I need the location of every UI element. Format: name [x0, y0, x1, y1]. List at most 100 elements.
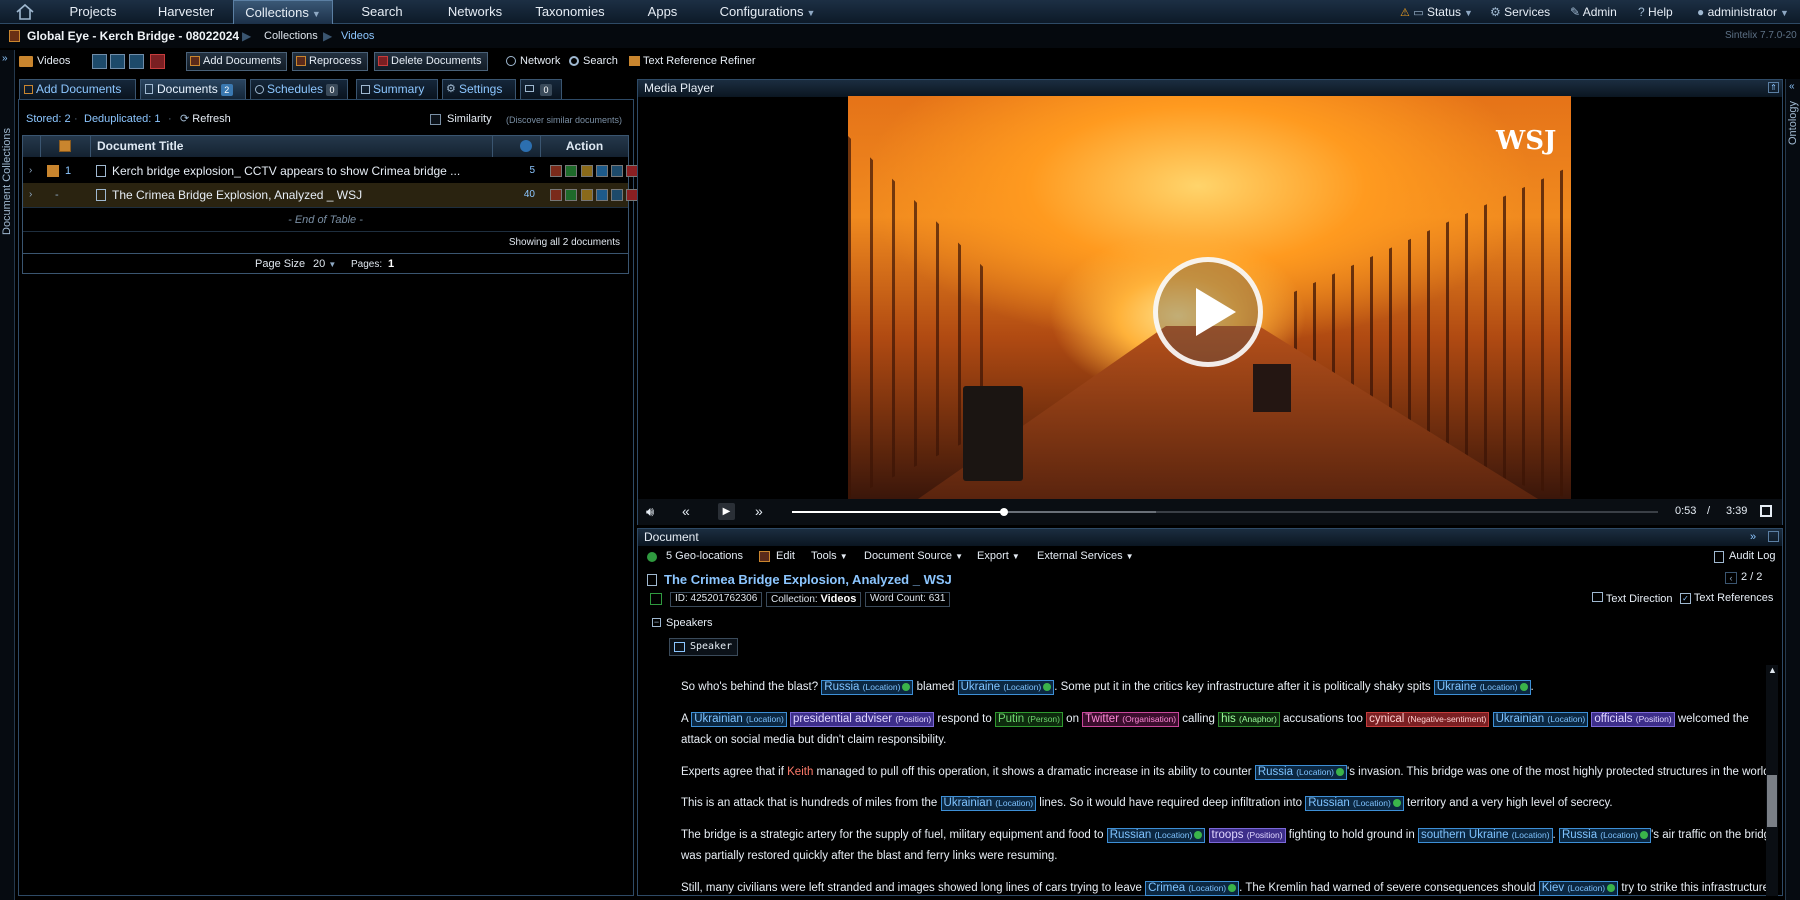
title-column-header[interactable]: Document Title — [91, 136, 493, 157]
breadcrumb-videos[interactable]: Videos — [341, 24, 374, 48]
entity-person[interactable]: Putin (Person) — [994, 712, 1063, 727]
delete-view-icon[interactable] — [150, 54, 165, 69]
nav-harvester[interactable]: Harvester — [150, 0, 222, 24]
view-grid-icon[interactable] — [110, 54, 125, 69]
text-references-button[interactable]: ✓ Text References — [1680, 592, 1773, 604]
refresh-button[interactable]: ⟳ Refresh — [180, 112, 231, 125]
expand-icon[interactable]: › — [29, 159, 32, 183]
geo-locations-button[interactable]: 5 Geo-locations — [666, 550, 743, 562]
expand-icon[interactable]: › — [29, 183, 32, 207]
entity-anaphor[interactable]: his (Anaphor) — [1218, 712, 1280, 727]
page-size-select[interactable]: 20 ▼ — [313, 254, 336, 275]
text-direction-button[interactable]: Text Direction — [1592, 592, 1673, 605]
document-source-menu[interactable]: Document Source ▼ — [864, 550, 963, 562]
rewind-icon[interactable]: « — [682, 503, 690, 519]
copy-icon[interactable] — [611, 165, 623, 177]
entity-location[interactable]: Ukrainian (Location) — [940, 796, 1037, 811]
text-reference-refiner-button[interactable]: Text Reference Refiner — [628, 52, 756, 71]
highlighted-name[interactable]: Keith — [787, 766, 813, 778]
help-link[interactable]: ? Help — [1638, 0, 1673, 24]
entity-location[interactable]: Russia (Location) — [821, 680, 914, 695]
tab-extra[interactable]: 0 — [520, 79, 562, 99]
tab-summary[interactable]: Summary — [356, 79, 438, 99]
view-person-icon[interactable] — [129, 54, 144, 69]
nav-projects[interactable]: Projects — [58, 0, 128, 24]
reprocess-button[interactable]: Reprocess — [292, 52, 368, 71]
user-menu[interactable]: ● administrator ▼ — [1697, 0, 1789, 24]
entity-location[interactable]: southern Ukraine (Location) — [1417, 828, 1553, 843]
ontology-rail[interactable]: « Ontology — [1785, 79, 1800, 900]
fullscreen-icon[interactable] — [1760, 505, 1772, 517]
search-button[interactable]: Search — [568, 52, 618, 71]
maximize-icon[interactable] — [1768, 531, 1779, 542]
entity-location[interactable]: Crimea (Location) — [1145, 881, 1240, 896]
entity-position[interactable]: presidential adviser (Position) — [790, 712, 935, 727]
scroll-up-icon[interactable]: ▲ — [1768, 665, 1777, 675]
collapse-speakers-icon[interactable]: − — [652, 618, 661, 627]
collapse-icon[interactable]: ⇑ — [1768, 82, 1779, 93]
double-chevron-right-icon[interactable]: » — [1750, 529, 1756, 546]
stack-column-header[interactable] — [41, 136, 91, 157]
play-overlay-button[interactable] — [1153, 257, 1263, 367]
edit-icon[interactable] — [550, 165, 562, 177]
nav-apps[interactable]: Apps — [640, 0, 685, 24]
open-icon[interactable] — [565, 189, 577, 201]
table-row[interactable]: › 1 Kerch bridge explosion_ CCTV appears… — [23, 159, 638, 183]
transcript-scrollbar[interactable]: ▲ — [1766, 665, 1778, 896]
nav-configurations[interactable]: Configurations ▼ — [715, 0, 820, 24]
person-icon[interactable] — [596, 189, 608, 201]
delete-documents-button[interactable]: Delete Documents — [374, 52, 488, 71]
table-row[interactable]: › - The Crimea Bridge Explosion, Analyze… — [23, 183, 638, 207]
edit-icon[interactable] — [550, 189, 562, 201]
document-title-link[interactable]: The Crimea Bridge Explosion, Analyzed _ … — [112, 183, 362, 207]
entity-position[interactable]: officials (Position) — [1591, 712, 1675, 727]
entity-position[interactable]: troops (Position) — [1208, 828, 1286, 843]
progress-track[interactable] — [792, 508, 1658, 516]
person-icon[interactable] — [596, 165, 608, 177]
document-title-link[interactable]: Kerch bridge explosion_ CCTV appears to … — [112, 159, 460, 183]
external-services-menu[interactable]: External Services ▼ — [1037, 550, 1134, 562]
entity-negative-sentiment[interactable]: cynical (Negative-sentiment) — [1366, 712, 1490, 727]
view-list-icon[interactable] — [92, 54, 107, 69]
fast-forward-icon[interactable]: » — [755, 503, 763, 519]
similarity-checkbox[interactable] — [430, 114, 441, 125]
entity-location[interactable]: Russian (Location) — [1305, 796, 1404, 811]
copy-icon[interactable] — [611, 189, 623, 201]
double-chevron-right-icon[interactable]: » — [2, 53, 8, 64]
tag-icon[interactable] — [581, 165, 593, 177]
nav-taxonomies[interactable]: Taxonomies — [530, 0, 610, 24]
nav-search[interactable]: Search — [352, 0, 412, 24]
entity-location[interactable]: Ukrainian (Location) — [1492, 712, 1589, 727]
admin-link[interactable]: ✎ Admin — [1570, 0, 1617, 24]
export-menu[interactable]: Export ▼ — [977, 550, 1020, 562]
entity-location[interactable]: Kiev (Location) — [1538, 881, 1619, 896]
entity-location[interactable]: Russia (Location) — [1254, 765, 1348, 780]
pager-prev-button[interactable]: ‹ — [1725, 572, 1737, 584]
tab-add-documents[interactable]: Add Documents — [19, 79, 136, 99]
entity-location[interactable]: Ukraine (Location) — [1433, 680, 1531, 695]
scrollbar-thumb[interactable] — [1767, 775, 1777, 827]
services-link[interactable]: ⚙ Services — [1490, 0, 1550, 24]
nav-collections[interactable]: Collections ▼ — [233, 0, 333, 24]
speaker-chip[interactable]: Speaker — [669, 638, 739, 656]
volume-icon[interactable]: 🔊︎ — [646, 504, 654, 520]
add-documents-button[interactable]: Add Documents — [186, 52, 288, 71]
tab-documents[interactable]: Documents 2 — [140, 79, 246, 99]
network-button[interactable]: Network — [505, 52, 560, 71]
breadcrumb-collections[interactable]: Collections — [264, 24, 318, 48]
audit-log-button[interactable]: Audit Log — [1729, 550, 1775, 562]
count-column-header[interactable] — [493, 136, 541, 157]
double-chevron-left-icon[interactable]: « — [1789, 81, 1795, 92]
scrubber-handle[interactable] — [1000, 508, 1009, 516]
entity-location[interactable]: Ukraine (Location) — [957, 680, 1055, 695]
breadcrumb-project[interactable]: Global Eye - Kerch Bridge - 08022024 — [27, 24, 239, 48]
document-collections-rail[interactable]: » Document Collections — [0, 50, 15, 900]
edit-button[interactable]: Edit — [776, 550, 795, 562]
tools-menu[interactable]: Tools ▼ — [811, 550, 848, 562]
tab-settings[interactable]: ⚙ Settings — [442, 79, 516, 99]
video-frame[interactable]: WSJ — [848, 96, 1571, 499]
entity-organisation[interactable]: Twitter (Organisation) — [1082, 712, 1180, 727]
entity-location[interactable]: Russia (Location) — [1558, 828, 1652, 843]
status-menu[interactable]: ⚠ ▭ Status ▼ — [1400, 0, 1473, 24]
tag-icon[interactable] — [581, 189, 593, 201]
